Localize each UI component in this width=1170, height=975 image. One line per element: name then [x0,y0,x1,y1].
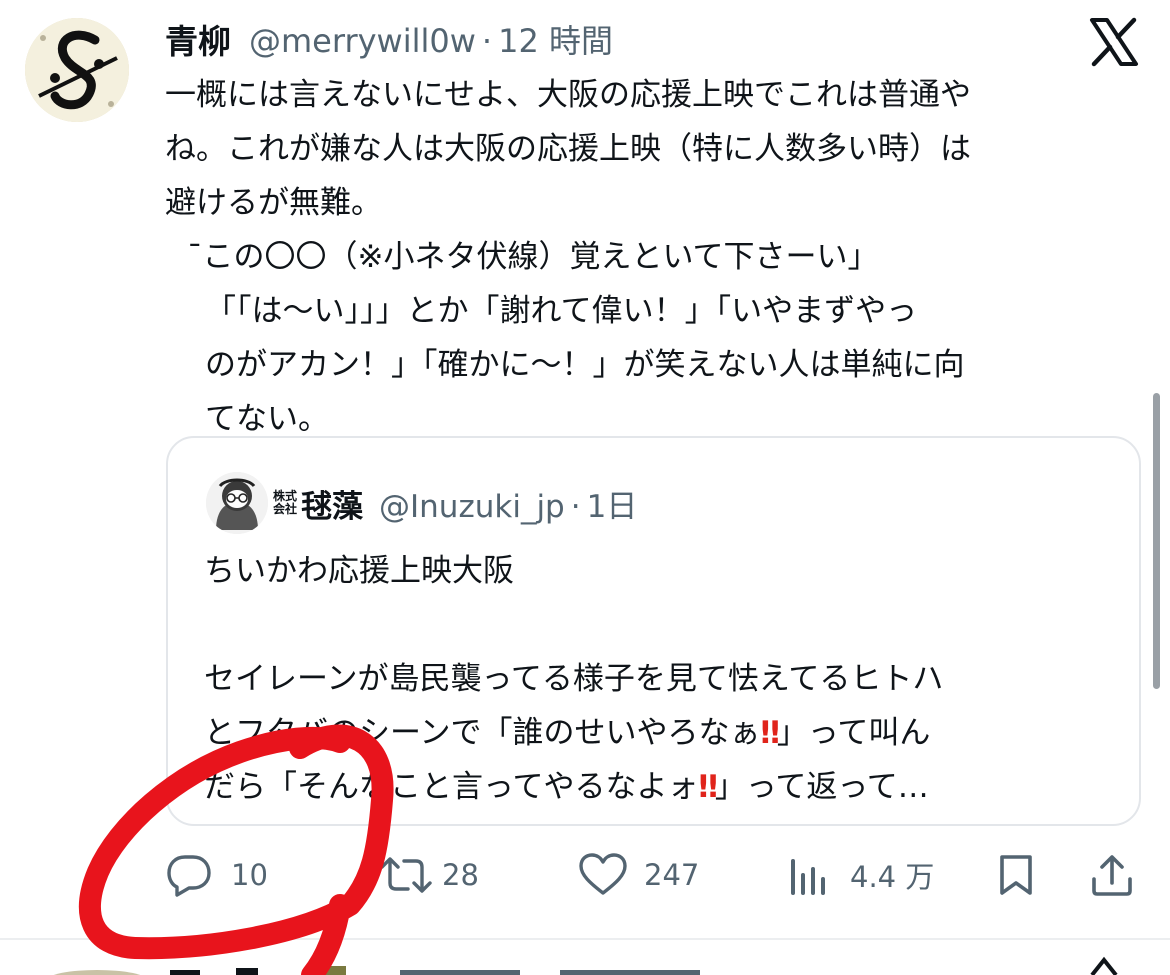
share-button[interactable] [1090,850,1134,900]
tweet-line: ¯この〇〇（※小ネタ伏線）覚えといて下さーい」 [187,239,879,275]
quoted-line: だら「そんなこと言ってやるなよォ‼」って返って… [204,760,1114,814]
quoted-name-text: 毬藻 [301,488,364,525]
quoted-line: とフタバのシーンで「誰のせいやろなぁ‼」って叫ん [204,706,1114,760]
bookmark-button[interactable] [996,850,1036,900]
reply-button[interactable]: 10 [165,850,268,900]
views-chart-icon [791,859,825,895]
avatar[interactable] [25,18,129,122]
quoted-blank-line [204,598,1114,652]
quoted-avatar[interactable] [206,472,268,534]
reply-count: 10 [231,858,268,892]
quoted-line-part: 」って返って… [714,769,929,805]
quoted-text: ちいかわ応援上映大阪 セイレーンが島民襲ってる様子を見て怯えてるヒトハ とフタバ… [204,544,1114,814]
company-prefix: 株式 会社 [273,490,297,516]
scrollbar[interactable] [1153,393,1160,689]
tweet-line: のがアカン！」「確かに〜！」が笑えない人は単純に向 [205,347,965,383]
avatar-treble-s-icon [25,18,129,122]
tweet-line: ね。これが嫌な人は大阪の応援上映（特に人数多い時）は [165,131,971,167]
quoted-author-name[interactable]: 株式 会社 毬藻 [273,481,363,526]
tweet-line: 避けるが無難。 [165,185,382,221]
quoted-header: 株式 会社 毬藻 @Inuzuki_jp · 1日 [273,478,637,528]
quoted-line: ちいかわ応援上映大阪 [204,553,514,589]
quoted-meta[interactable]: @Inuzuki_jp · 1日 [379,481,637,526]
tweet-line: 一概には言えないにせよ、大阪の応援上映でこれは普通や [165,77,971,113]
character-avatar-icon [206,472,268,534]
tweet-header: 青柳 @merrywill0w · 12 時間 [165,14,613,64]
quoted-separator: · [570,488,581,525]
reply-icon [167,855,211,897]
tweet-actions: 10 28 247 4.4 万 [0,840,1170,910]
next-tweet-peek[interactable] [0,950,1170,975]
quoted-tweet-card[interactable]: 株式 会社 毬藻 @Inuzuki_jp · 1日 ちいかわ応援上映大阪 セイレーン… [166,436,1141,826]
quoted-time: 1日 [586,488,638,525]
tweet-time: 12 時間 [498,22,613,60]
double-exclamation-emoji: ‼ [698,769,718,805]
meta-separator: · [481,22,493,60]
quoted-line-part: 」って叫ん [776,715,931,751]
like-button[interactable]: 247 [578,850,699,900]
retweet-icon [380,857,432,893]
share-icon [1092,855,1132,896]
quoted-line: セイレーンが島民襲ってる様子を見て怯えてるヒトハ [204,661,944,697]
x-logo-icon [1090,17,1138,67]
retweet-count: 28 [442,858,479,892]
double-exclamation-emoji: ‼ [760,715,780,751]
tweet-line: 「「は〜い」」」とか「謝れて偉い！」「いやまずやっ [205,293,918,329]
next-tweet-partial-shapes [53,956,1118,975]
views-count: 4.4 万 [850,860,935,894]
author-handle[interactable]: @merrywill0w · 12 時間 [249,16,613,62]
bookmark-icon [1000,855,1032,895]
author-name[interactable]: 青柳 [165,15,231,63]
quoted-handle: @Inuzuki_jp [379,488,565,525]
like-count: 247 [644,858,700,892]
tweet-divider [0,938,1170,940]
views-button[interactable]: 4.4 万 [788,850,934,900]
heart-icon [579,853,627,895]
quoted-line-part: とフタバのシーンで「誰のせいやろなぁ [204,715,761,751]
quoted-line-part: だら「そんなこと言ってやるなよォ [204,769,699,805]
tweet-text: 一概には言えないにせよ、大阪の応援上映でこれは普通や ね。これが嫌な人は大阪の応… [165,68,1125,446]
handle-text: @merrywill0w [249,22,476,60]
company-prefix-bottom: 会社 [273,502,298,516]
retweet-button[interactable]: 28 [378,850,479,900]
